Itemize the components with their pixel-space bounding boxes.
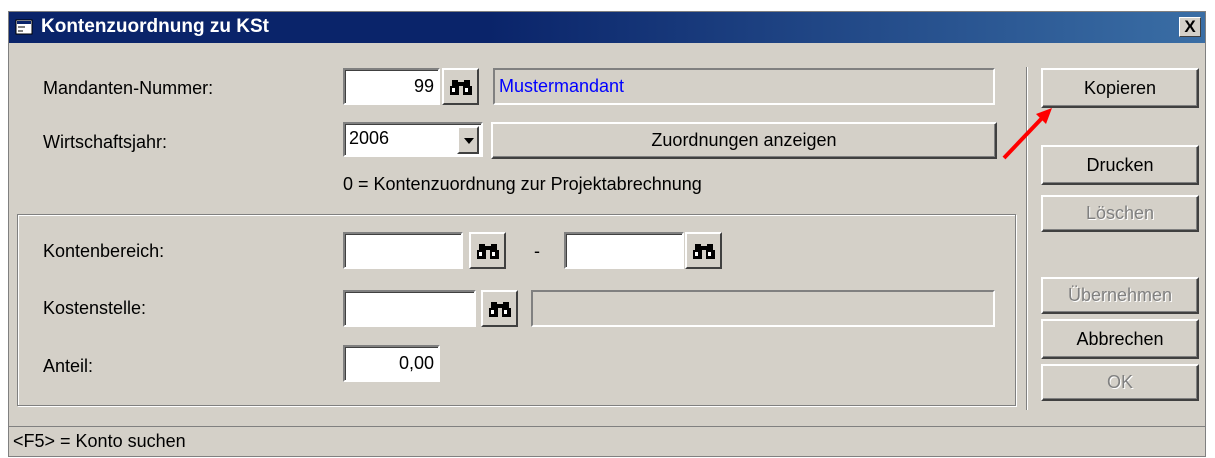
kopieren-button[interactable]: Kopieren — [1041, 68, 1199, 108]
binoculars-icon — [488, 301, 511, 317]
kontenbereich-from-search-button[interactable] — [469, 232, 506, 269]
mandant-number-input[interactable]: 99 — [343, 68, 440, 105]
annotation-arrow — [1002, 108, 1052, 160]
anteil-label: Anteil: — [43, 356, 94, 376]
wj-select[interactable]: 2006 — [343, 122, 483, 157]
loeschen-button[interactable]: Löschen — [1041, 195, 1199, 232]
mandant-search-button[interactable] — [442, 68, 479, 105]
abbrechen-button[interactable]: Abbrechen — [1041, 319, 1199, 359]
binoculars-icon — [476, 243, 499, 259]
title-bar: Kontenzuordnung zu KSt X — [9, 12, 1205, 43]
show-assignments-button[interactable]: Zuordnungen anzeigen — [491, 122, 997, 159]
kontenbereich-to-input[interactable] — [564, 232, 684, 269]
ok-button[interactable]: OK — [1041, 364, 1199, 401]
drucken-button[interactable]: Drucken — [1041, 145, 1199, 185]
window-title: Kontenzuordnung zu KSt — [41, 16, 269, 37]
binoculars-icon — [449, 79, 472, 95]
uebernehmen-button[interactable]: Übernehmen — [1041, 277, 1199, 314]
kostenstelle-label: Kostenstelle: — [43, 298, 147, 318]
mandant-label: Mandanten-Nummer: — [43, 78, 214, 98]
anteil-input[interactable]: 0,00 — [343, 345, 440, 382]
range-separator: - — [534, 241, 540, 261]
kontenbereich-from-input[interactable] — [343, 232, 463, 269]
kostenstelle-search-button[interactable] — [481, 290, 518, 327]
close-button[interactable]: X — [1179, 17, 1201, 37]
status-text: <F5> = Konto suchen — [13, 431, 186, 451]
kontenbereich-to-search-button[interactable] — [685, 232, 722, 269]
kostenstelle-input[interactable] — [343, 290, 476, 327]
status-bar: <F5> = Konto suchen — [9, 426, 1205, 457]
chevron-down-icon[interactable] — [457, 126, 479, 154]
app-icon — [15, 19, 33, 35]
dialog-window: Kontenzuordnung zu KSt X Mandanten-Numme… — [8, 11, 1206, 457]
info-text: 0 = Kontenzuordnung zur Projektabrechnun… — [343, 174, 702, 194]
wj-selected-value: 2006 — [349, 128, 390, 148]
binoculars-icon — [692, 243, 715, 259]
mandant-name-field: Mustermandant — [493, 68, 995, 105]
kontenbereich-label: Kontenbereich: — [43, 241, 165, 261]
wj-label: Wirtschaftsjahr: — [43, 132, 168, 152]
kostenstelle-name-field — [531, 290, 995, 327]
